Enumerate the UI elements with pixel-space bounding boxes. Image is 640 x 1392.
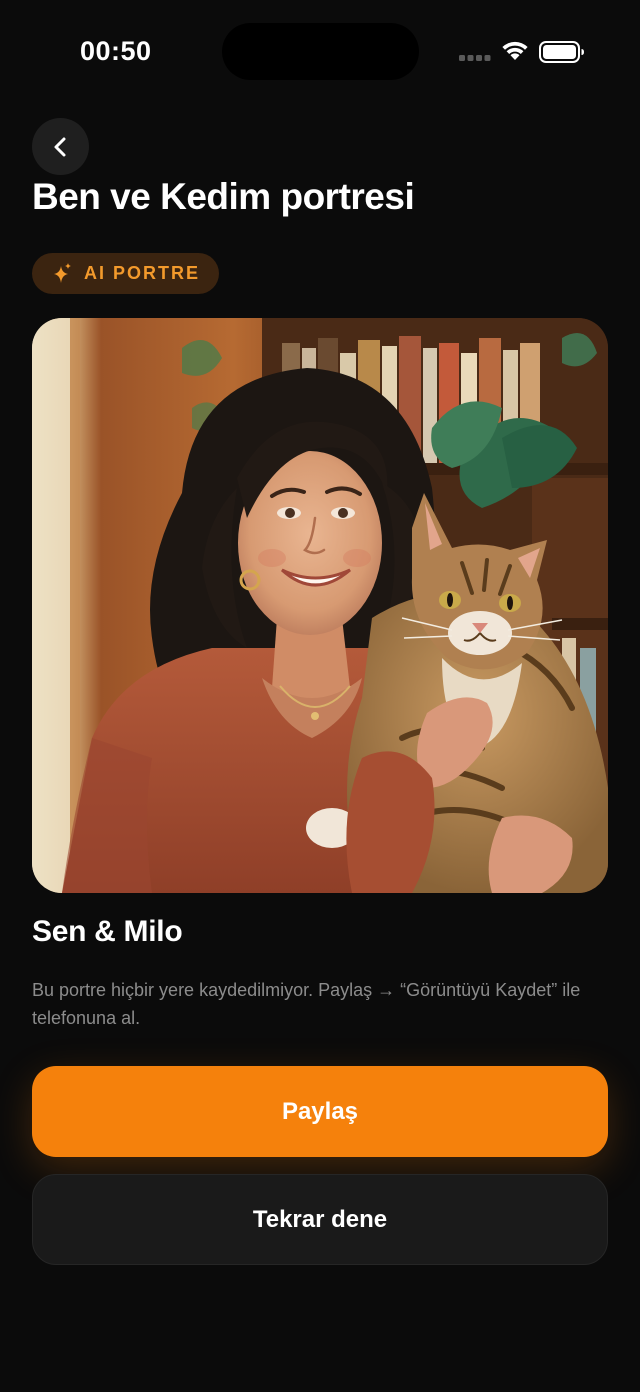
sparkle-icon — [54, 262, 71, 283]
status-time: 00:50 — [80, 36, 152, 66]
battery-icon — [539, 41, 584, 63]
portrait-result-screen: 00:50 Ben ve Kedim portresi AI PORTRE Se… — [0, 0, 640, 1392]
retry-button[interactable]: Tekrar dene — [32, 1174, 608, 1265]
share-button[interactable]: Paylaş — [32, 1066, 608, 1157]
dynamic-island — [222, 23, 419, 80]
woman-with-cat-illustration — [32, 318, 608, 893]
cellular-signal-icon — [459, 55, 491, 61]
back-button[interactable] — [32, 118, 89, 175]
portrait-caption: Sen & Milo — [32, 915, 183, 948]
badge-label: AI PORTRE — [84, 263, 201, 283]
portrait-image — [32, 318, 608, 893]
chevron-left-icon — [54, 137, 65, 156]
page-title: Ben ve Kedim portresi — [32, 176, 415, 217]
ai-portrait-badge: AI PORTRE — [32, 253, 219, 294]
wifi-icon — [502, 41, 528, 60]
privacy-note: Bu portre hiçbir yere kaydedilmiyor. Pay… — [32, 980, 581, 1028]
